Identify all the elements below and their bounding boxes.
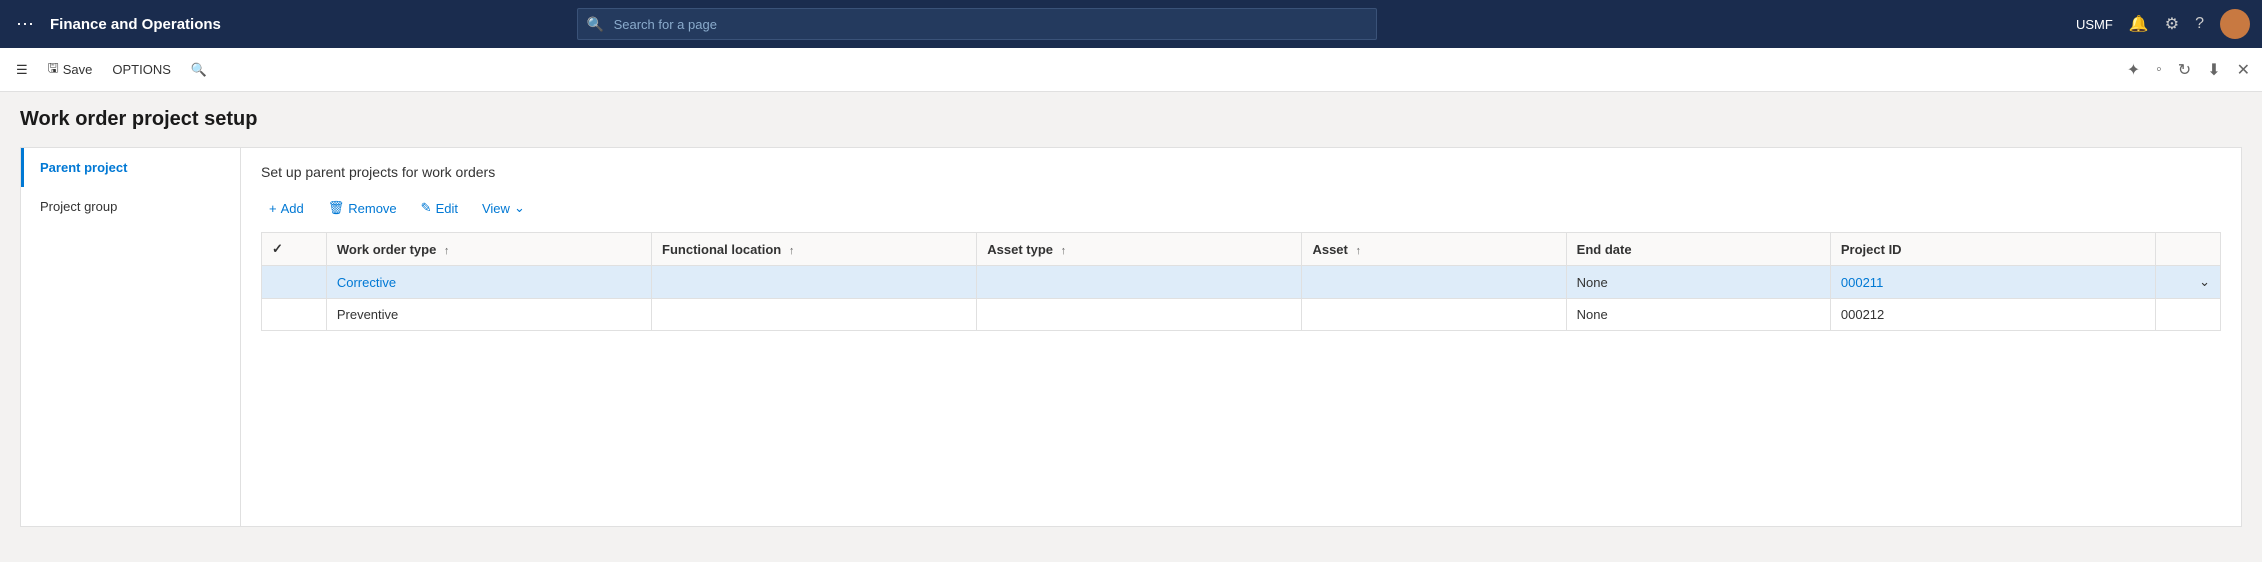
- cell-functional-location: [652, 299, 977, 331]
- col-header-label: End date: [1577, 242, 1632, 257]
- page-title: Work order project setup: [20, 108, 2242, 131]
- row-expand: [2156, 299, 2221, 331]
- cell-end-date: None: [1566, 299, 1830, 331]
- settings-icon[interactable]: ⚙: [2165, 14, 2179, 34]
- col-end-date[interactable]: End date: [1566, 233, 1830, 266]
- main-card: Parent project Project group Set up pare…: [20, 147, 2242, 527]
- open-in-new-icon[interactable]: ⬇: [2203, 56, 2224, 84]
- col-checkbox: ✓: [262, 233, 327, 266]
- toolbar-search-icon: 🔍: [191, 62, 207, 78]
- company-label: USMF: [2076, 17, 2113, 32]
- cell-asset: [1302, 266, 1566, 299]
- cell-asset-type: [977, 299, 1302, 331]
- remove-icon: 🗑: [328, 200, 345, 216]
- data-table: ✓ Work order type ↑ Functional location …: [261, 232, 2221, 331]
- top-nav-right: USMF 🔔 ⚙ ?: [2076, 9, 2250, 39]
- col-header-label: Project ID: [1841, 242, 1902, 257]
- work-order-type-value: Preventive: [337, 307, 398, 322]
- toolbar-search-button[interactable]: 🔍: [183, 58, 215, 82]
- diamond-icon[interactable]: ✦: [2123, 56, 2144, 84]
- chevron-down-icon: ⌄: [514, 200, 525, 216]
- hamburger-button[interactable]: ☰: [8, 58, 36, 82]
- refresh-icon[interactable]: ↻: [2174, 56, 2195, 84]
- add-button[interactable]: + Add: [261, 197, 312, 220]
- sidebar-item-parent-project[interactable]: Parent project: [21, 148, 240, 187]
- project-id-value: 000212: [1841, 307, 1884, 322]
- remove-label: Remove: [348, 201, 396, 216]
- table-row[interactable]: Corrective None: [262, 266, 2221, 299]
- sort-icon: ↑: [789, 245, 795, 257]
- project-id-link[interactable]: 000211: [1841, 275, 1883, 290]
- check-icon: ✓: [272, 241, 283, 256]
- top-navigation: ⋯ Finance and Operations 🔍 USMF 🔔 ⚙ ?: [0, 0, 2262, 48]
- panel-description: Set up parent projects for work orders: [261, 164, 2221, 180]
- cell-asset: [1302, 299, 1566, 331]
- row-check[interactable]: [262, 266, 327, 299]
- sidebar-item-label: Project group: [40, 199, 117, 214]
- view-label: View: [482, 201, 510, 216]
- end-date-value: None: [1577, 275, 1608, 290]
- edit-label: Edit: [436, 201, 458, 216]
- end-date-value: None: [1577, 307, 1608, 322]
- col-header-label: Asset: [1312, 242, 1347, 257]
- toolbar: ☰ 🖫 Save OPTIONS 🔍 ✦ ◦ ↻ ⬇ ✕: [0, 48, 2262, 92]
- sort-icon: ↑: [1061, 245, 1067, 257]
- col-project-id[interactable]: Project ID: [1830, 233, 2155, 266]
- col-asset-type[interactable]: Asset type ↑: [977, 233, 1302, 266]
- cell-functional-location: [652, 266, 977, 299]
- col-header-label: Asset type: [987, 242, 1053, 257]
- cell-project-id[interactable]: 000211: [1830, 266, 2155, 299]
- grid-icon[interactable]: ⋯: [12, 10, 38, 39]
- help-icon[interactable]: ?: [2195, 15, 2204, 33]
- col-work-order-type[interactable]: Work order type ↑: [326, 233, 651, 266]
- add-icon: +: [269, 201, 277, 216]
- table-row[interactable]: Preventive None: [262, 299, 2221, 331]
- sort-icon: ↑: [1356, 245, 1362, 257]
- sidebar-item-label: Parent project: [40, 160, 127, 175]
- search-input[interactable]: [577, 8, 1377, 40]
- main-content: Work order project setup Parent project …: [0, 92, 2262, 562]
- avatar[interactable]: [2220, 9, 2250, 39]
- save-label: Save: [63, 62, 93, 77]
- close-icon[interactable]: ✕: [2233, 56, 2254, 84]
- row-check[interactable]: [262, 299, 327, 331]
- sort-icon: ↑: [444, 245, 450, 257]
- options-button[interactable]: OPTIONS: [104, 58, 179, 81]
- col-expand: [2156, 233, 2221, 266]
- add-label: Add: [281, 201, 304, 216]
- side-navigation: Parent project Project group: [21, 148, 241, 526]
- notification-icon[interactable]: 🔔: [2129, 14, 2149, 34]
- cell-asset-type: [977, 266, 1302, 299]
- chevron-down-icon: ⌄: [2199, 274, 2210, 289]
- cell-work-order-type[interactable]: Corrective: [326, 266, 651, 299]
- col-header-label: Work order type: [337, 242, 436, 257]
- view-button[interactable]: View ⌄: [474, 196, 533, 220]
- remove-button[interactable]: 🗑 Remove: [320, 196, 405, 220]
- app-title: Finance and Operations: [50, 16, 221, 33]
- cell-project-id: 000212: [1830, 299, 2155, 331]
- col-functional-location[interactable]: Functional location ↑: [652, 233, 977, 266]
- search-container: 🔍: [577, 8, 1377, 40]
- edit-button[interactable]: ✎ Edit: [413, 196, 466, 220]
- hamburger-icon: ☰: [16, 62, 28, 78]
- row-expand[interactable]: ⌄: [2156, 266, 2221, 299]
- office-icon[interactable]: ◦: [2152, 57, 2166, 83]
- col-asset[interactable]: Asset ↑: [1302, 233, 1566, 266]
- content-panel: Set up parent projects for work orders +…: [241, 148, 2241, 526]
- cell-end-date: None: [1566, 266, 1830, 299]
- action-bar: + Add 🗑 Remove ✎ Edit View ⌄: [261, 196, 2221, 220]
- cell-work-order-type: Preventive: [326, 299, 651, 331]
- options-label: OPTIONS: [112, 62, 171, 77]
- edit-icon: ✎: [421, 200, 432, 216]
- toolbar-right-actions: ✦ ◦ ↻ ⬇ ✕: [2123, 56, 2254, 84]
- sidebar-item-project-group[interactable]: Project group: [21, 187, 240, 226]
- work-order-type-link[interactable]: Corrective: [337, 275, 396, 290]
- table-header-row: ✓ Work order type ↑ Functional location …: [262, 233, 2221, 266]
- save-icon: 🖫: [48, 59, 59, 81]
- save-button[interactable]: 🖫 Save: [40, 55, 101, 85]
- col-header-label: Functional location: [662, 242, 781, 257]
